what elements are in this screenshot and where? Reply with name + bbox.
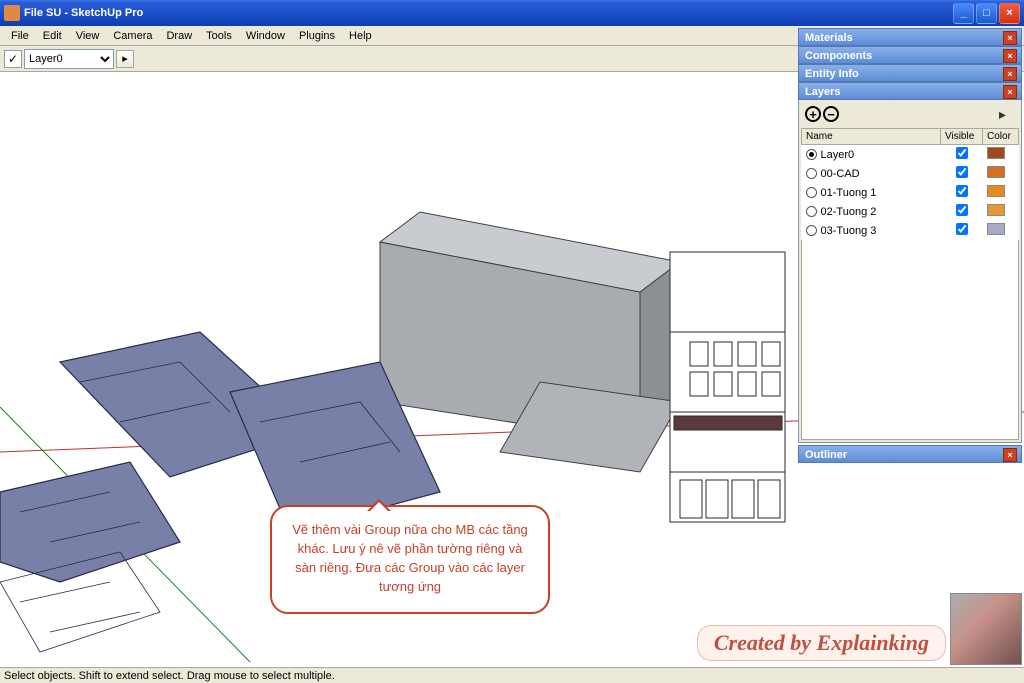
annotation-bubble: Vẽ thêm vài Group nữa cho MB các tầng kh… (270, 505, 550, 614)
layer-name: 03-Tuong 3 (821, 225, 877, 237)
close-icon[interactable]: × (1003, 49, 1017, 63)
panel-materials[interactable]: Materials × (798, 28, 1022, 46)
layer-row[interactable]: 03-Tuong 3 (802, 221, 1019, 240)
layer-radio[interactable] (806, 206, 817, 217)
close-icon[interactable]: × (1003, 31, 1017, 45)
layer-visible-checkbox[interactable] (956, 147, 968, 159)
app-icon (4, 5, 20, 21)
panel-components-label: Components (805, 50, 872, 62)
panel-materials-label: Materials (805, 32, 853, 44)
menu-camera[interactable]: Camera (106, 28, 159, 44)
layer-color-swatch[interactable] (987, 204, 1005, 216)
layer-name: 01-Tuong 1 (821, 187, 877, 199)
layer-color-swatch[interactable] (987, 166, 1005, 178)
col-color[interactable]: Color (983, 129, 1019, 145)
layers-empty-area (801, 240, 1019, 440)
menu-draw[interactable]: Draw (159, 28, 199, 44)
layer-color-swatch[interactable] (987, 147, 1005, 159)
menu-help[interactable]: Help (342, 28, 379, 44)
layers-menu-button[interactable]: ▸ (999, 106, 1015, 122)
layer-select[interactable]: Layer0 (24, 49, 114, 69)
layer-name: Layer0 (821, 149, 855, 161)
remove-layer-button[interactable]: − (823, 106, 839, 122)
menu-tools[interactable]: Tools (199, 28, 239, 44)
layer-radio[interactable] (806, 225, 817, 236)
panel-components[interactable]: Components × (798, 46, 1022, 64)
menu-plugins[interactable]: Plugins (292, 28, 342, 44)
layer-visible-toggle[interactable]: ✓ (4, 50, 22, 68)
layers-toolbar: + − ▸ (801, 104, 1019, 128)
layer-name: 00-CAD (821, 168, 860, 180)
close-icon[interactable]: × (1003, 448, 1017, 462)
col-name[interactable]: Name (802, 129, 941, 145)
panel-entityinfo-label: Entity Info (805, 68, 859, 80)
layer-color-swatch[interactable] (987, 223, 1005, 235)
layer-radio[interactable] (806, 187, 817, 198)
layer-row[interactable]: 02-Tuong 2 (802, 202, 1019, 221)
title-bar: File SU - SketchUp Pro _ □ × (0, 0, 1024, 26)
menu-edit[interactable]: Edit (36, 28, 69, 44)
menu-window[interactable]: Window (239, 28, 292, 44)
side-panels: Materials × Components × Entity Info × L… (798, 28, 1022, 463)
menu-view[interactable]: View (69, 28, 107, 44)
watermark: Created by Explainking (697, 625, 946, 661)
layer-visible-checkbox[interactable] (956, 166, 968, 178)
col-visible[interactable]: Visible (941, 129, 983, 145)
status-text: Select objects. Shift to extend select. … (4, 670, 335, 682)
layer-visible-checkbox[interactable] (956, 185, 968, 197)
avatar (950, 593, 1022, 665)
menu-file[interactable]: File (4, 28, 36, 44)
close-icon[interactable]: × (1003, 85, 1017, 99)
layer-visible-checkbox[interactable] (956, 223, 968, 235)
layer-visible-checkbox[interactable] (956, 204, 968, 216)
panel-outliner-label: Outliner (805, 449, 847, 461)
layer-radio[interactable] (806, 168, 817, 179)
panel-layers[interactable]: Layers × (798, 82, 1022, 100)
minimize-button[interactable]: _ (953, 3, 974, 24)
layer-row[interactable]: 00-CAD (802, 164, 1019, 183)
add-layer-button[interactable]: + (805, 106, 821, 122)
layer-row[interactable]: Layer0 (802, 145, 1019, 165)
close-button[interactable]: × (999, 3, 1020, 24)
panel-outliner[interactable]: Outliner × (798, 445, 1022, 463)
panel-entity-info[interactable]: Entity Info × (798, 64, 1022, 82)
maximize-button[interactable]: □ (976, 3, 997, 24)
layers-panel-body: + − ▸ Name Visible Color Layer0 00-CAD 01-… (798, 100, 1022, 443)
layer-name: 02-Tuong 2 (821, 206, 877, 218)
layers-table: Name Visible Color Layer0 00-CAD 01-Tuong … (801, 128, 1019, 240)
window-title: File SU - SketchUp Pro (24, 7, 953, 19)
status-bar: Select objects. Shift to extend select. … (0, 667, 1024, 683)
window-buttons: _ □ × (953, 3, 1020, 24)
close-icon[interactable]: × (1003, 67, 1017, 81)
layer-color-swatch[interactable] (987, 185, 1005, 197)
layer-row[interactable]: 01-Tuong 1 (802, 183, 1019, 202)
layer-arrow-button[interactable]: ▸ (116, 50, 134, 68)
layer-radio[interactable] (806, 149, 817, 160)
panel-layers-label: Layers (805, 86, 840, 98)
